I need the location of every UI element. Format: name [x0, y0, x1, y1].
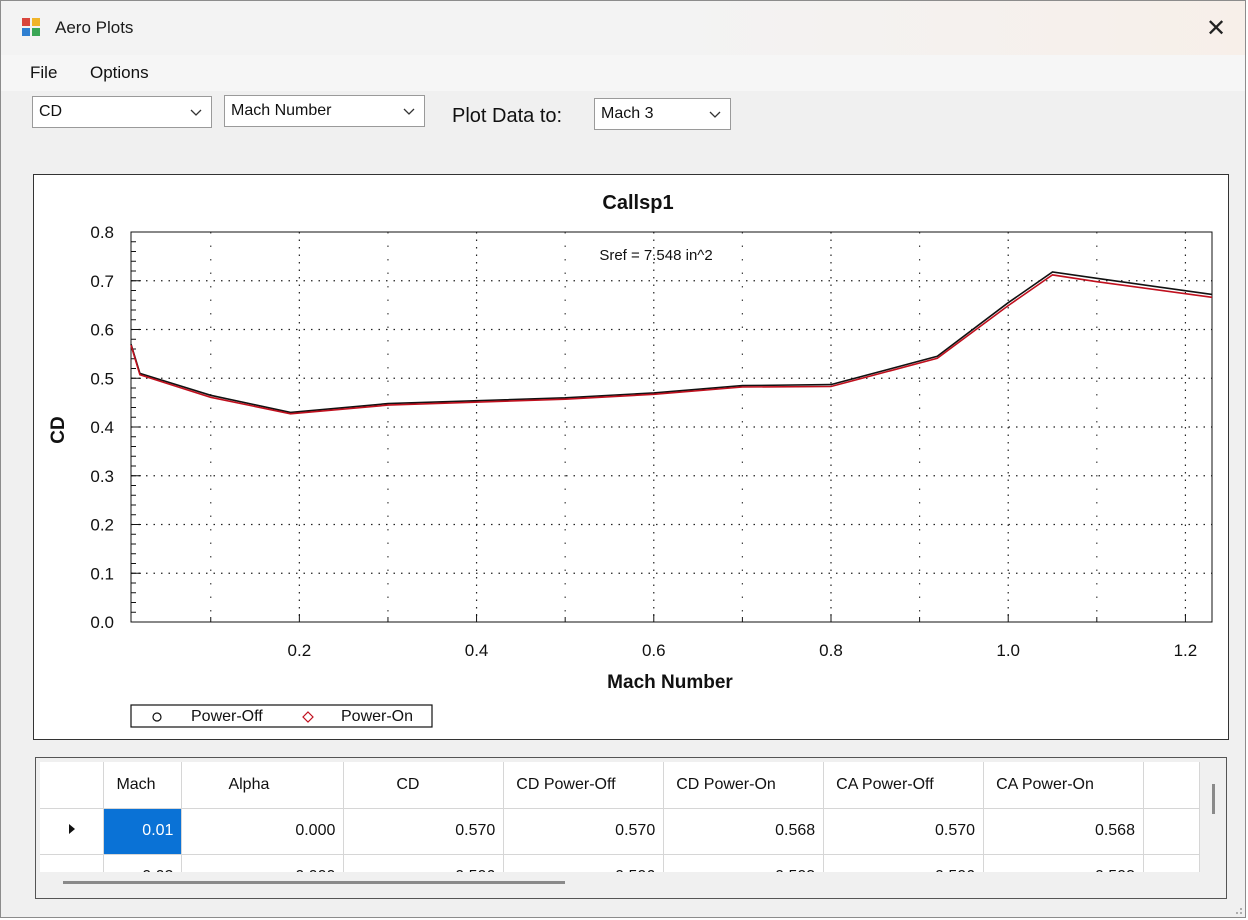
- table-cell[interactable]: 0.503: [983, 854, 1144, 872]
- y-tick-label: 0.6: [90, 321, 114, 340]
- x-tick-label: 1.2: [1174, 641, 1198, 660]
- y-axis-title: CD: [48, 416, 69, 443]
- horizontal-scroll-thumb[interactable]: [63, 881, 565, 884]
- y-tick-label: 0.2: [90, 516, 114, 535]
- column-header[interactable]: CA Power-Off: [823, 762, 985, 809]
- data-grid[interactable]: Mach Alpha CD CD Power-Off CD Power-On C…: [40, 762, 1200, 872]
- chart-panel: 0.2 0.4 0.6 0.8 1.0 1.2 0.0 0.1 0.2 0.3 0.4 0.5 0.6 0…: [33, 174, 1229, 740]
- menu-file[interactable]: File: [30, 63, 57, 83]
- plot-to-value: Mach 3: [601, 105, 654, 122]
- table-row[interactable]: 0.01 0.000 0.570 0.570 0.568 0.570 0.568: [40, 808, 1200, 855]
- close-button[interactable]: ✕: [1187, 1, 1245, 55]
- table-cell[interactable]: 0.01: [103, 808, 183, 855]
- legend-power-off: Power-Off: [191, 708, 263, 725]
- y-variable-select[interactable]: CD: [32, 96, 212, 128]
- table-cell[interactable]: 0.570: [343, 808, 505, 855]
- table-cell[interactable]: 0.506: [343, 854, 505, 872]
- y-tick-label: 0.7: [90, 272, 114, 291]
- title-bar: Aero Plots ✕: [1, 1, 1245, 55]
- table-cell[interactable]: 0.570: [503, 808, 665, 855]
- x-tick-label: 0.4: [465, 641, 489, 660]
- table-header-row: Mach Alpha CD CD Power-Off CD Power-On C…: [40, 762, 1200, 809]
- chevron-down-icon: [190, 109, 202, 116]
- window-title: Aero Plots: [55, 18, 134, 37]
- table-cell[interactable]: 0.568: [983, 808, 1144, 855]
- current-row-arrow-icon: [68, 824, 75, 834]
- chevron-down-icon: [709, 111, 721, 118]
- plot-data-to-label: Plot Data to:: [452, 105, 563, 127]
- legend-power-on: Power-On: [341, 708, 413, 725]
- table-cell[interactable]: 0.570: [823, 808, 985, 855]
- table-cell[interactable]: 0.000: [181, 854, 345, 872]
- app-grid-icon: [22, 18, 40, 36]
- column-header[interactable]: CA Power-On: [983, 762, 1144, 809]
- table-cell-empty: [1143, 854, 1200, 872]
- series-line-power-off: [130, 271, 1213, 414]
- table-cell[interactable]: 0.506: [823, 854, 985, 872]
- table-cell[interactable]: 0.568: [663, 808, 825, 855]
- table-cell[interactable]: 0.000: [181, 808, 345, 855]
- y-tick-label: 0.0: [90, 613, 114, 632]
- chart-svg: 0.2 0.4 0.6 0.8 1.0 1.2 0.0 0.1 0.2 0.3 0.4 0.5 0.6 0…: [48, 192, 1213, 728]
- x-tick-label: 0.6: [642, 641, 666, 660]
- table-row[interactable]: 0.02 0.000 0.506 0.506 0.503 0.506 0.503: [40, 854, 1200, 872]
- x-variable-select[interactable]: Mach Number: [224, 95, 425, 127]
- column-header[interactable]: CD Power-On: [663, 762, 825, 809]
- data-table: Mach Alpha CD CD Power-Off CD Power-On C…: [40, 762, 1200, 872]
- vertical-scroll-thumb[interactable]: [1212, 784, 1215, 814]
- column-header[interactable]: CD Power-Off: [503, 762, 665, 809]
- y-tick-label: 0.3: [90, 467, 114, 486]
- row-header[interactable]: [40, 808, 105, 855]
- close-icon: ✕: [1205, 14, 1227, 42]
- resize-grip-icon[interactable]: [1233, 905, 1243, 915]
- column-header[interactable]: Mach: [103, 762, 183, 809]
- column-header[interactable]: CD: [343, 762, 505, 809]
- menu-options[interactable]: Options: [90, 63, 149, 83]
- y-variable-value: CD: [39, 103, 63, 120]
- sref-annotation: Sref = 7.548 in^2: [599, 247, 712, 264]
- data-grid-panel: Mach Alpha CD CD Power-Off CD Power-On C…: [35, 757, 1227, 899]
- column-header-empty: [1143, 762, 1200, 809]
- plot-to-select[interactable]: Mach 3: [594, 98, 731, 130]
- row-header[interactable]: [40, 854, 105, 872]
- series-line-power-on: [130, 274, 1213, 415]
- y-tick-label: 0.8: [90, 223, 114, 242]
- x-variable-value: Mach Number: [231, 102, 332, 119]
- x-axis-title: Mach Number: [607, 672, 733, 693]
- y-tick-label: 0.4: [90, 418, 114, 437]
- table-cell[interactable]: 0.02: [103, 854, 183, 872]
- chart-legend: Power-Off Power-On: [130, 704, 433, 728]
- x-tick-label: 1.0: [996, 641, 1020, 660]
- menu-bar: File Options: [1, 55, 1245, 91]
- vertical-scrollbar[interactable]: [1206, 762, 1220, 872]
- table-cell[interactable]: 0.506: [503, 854, 665, 872]
- chart-title: Callsp1: [602, 192, 673, 214]
- y-tick-label: 0.5: [90, 369, 114, 388]
- table-cell-empty: [1143, 808, 1200, 855]
- x-tick-label: 0.2: [288, 641, 312, 660]
- table-cell[interactable]: 0.503: [663, 854, 825, 872]
- column-header[interactable]: Alpha: [181, 762, 345, 809]
- aero-plots-window: Aero Plots ✕ File Options CD Mach Number…: [0, 0, 1246, 918]
- chevron-down-icon: [403, 108, 415, 115]
- x-tick-label: 0.8: [819, 641, 843, 660]
- row-header-corner: [40, 762, 105, 809]
- y-tick-label: 0.1: [90, 564, 114, 583]
